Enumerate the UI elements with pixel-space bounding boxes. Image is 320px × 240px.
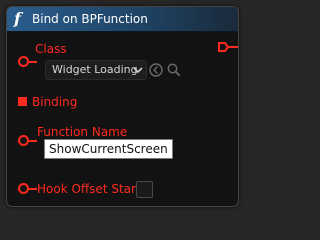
arrow-left-circle-icon[interactable] — [149, 63, 163, 77]
hook-offset-start-pin[interactable] — [18, 183, 29, 194]
delegate-output-pin-icon[interactable] — [218, 42, 239, 52]
function-name-input[interactable]: ShowCurrentScreen — [44, 139, 173, 159]
binding-pin-label: Binding — [32, 95, 78, 109]
binding-pin[interactable] — [18, 97, 27, 106]
class-dropdown-value: Widget Loading — [52, 63, 138, 76]
node-title: Bind on BPFunction — [32, 12, 148, 26]
function-name-pin-label: Function Name — [37, 125, 128, 139]
function-name-pin[interactable] — [18, 135, 29, 146]
hook-offset-start-checkbox[interactable] — [136, 181, 153, 198]
class-dropdown[interactable]: Widget Loading — [45, 60, 147, 80]
class-pin[interactable] — [18, 56, 29, 67]
class-pin-connector — [29, 61, 37, 63]
function-name-pin-connector — [29, 140, 37, 142]
function-icon: f — [14, 9, 21, 28]
node-header[interactable]: f Bind on BPFunction — [7, 7, 238, 32]
blueprint-node[interactable]: f Bind on BPFunction Class Widget Loadin… — [6, 6, 239, 207]
hook-offset-start-pin-label: Hook Offset Start — [37, 182, 141, 196]
chevron-down-icon — [133, 67, 143, 74]
function-name-input-value: ShowCurrentScreen — [49, 142, 168, 156]
hook-offset-start-pin-connector — [29, 188, 37, 190]
magnifier-icon[interactable] — [167, 63, 181, 77]
class-pin-label: Class — [35, 42, 67, 56]
